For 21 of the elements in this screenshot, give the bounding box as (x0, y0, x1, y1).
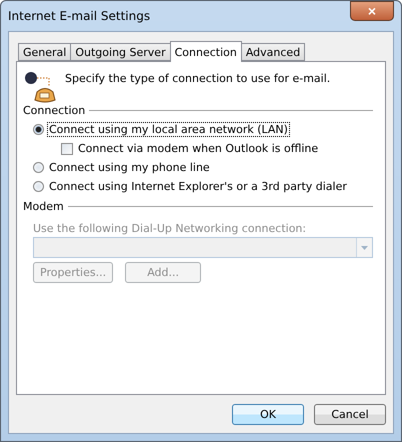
section-heading: Modem (23, 200, 64, 213)
tab[interactable]: Advanced (240, 43, 306, 61)
window-title: Internet E-mail Settings (8, 9, 150, 23)
dialog-button[interactable]: OK (232, 404, 304, 425)
radio-label[interactable]: Connect using Internet Explorer's or a 3rd party dialer (48, 180, 348, 193)
section-heading: Connection (23, 104, 86, 117)
checkbox-label[interactable]: Connect via modem when Outlook is offline (77, 142, 320, 155)
radio-label[interactable]: Connect using my local area network (LAN) (48, 123, 289, 136)
dropdown-arrow-icon (361, 246, 368, 250)
tab[interactable]: General (18, 43, 72, 61)
tab[interactable]: Outgoing Server (70, 43, 171, 61)
phone-globe-icon (23, 70, 57, 104)
field-label: Use the following Dial-Up Networking connection: (32, 221, 308, 237)
radio-button[interactable] (33, 162, 44, 173)
tab[interactable]: Connection (170, 41, 242, 62)
radio-label[interactable]: Connect using my phone line (48, 161, 211, 174)
radio-button[interactable] (33, 124, 44, 135)
checkbox[interactable] (61, 142, 73, 154)
intro-text: Specify the type of connection to use for e-mail. (65, 71, 330, 85)
radio-button[interactable] (33, 181, 44, 192)
dialog-button[interactable]: Cancel (314, 404, 386, 425)
